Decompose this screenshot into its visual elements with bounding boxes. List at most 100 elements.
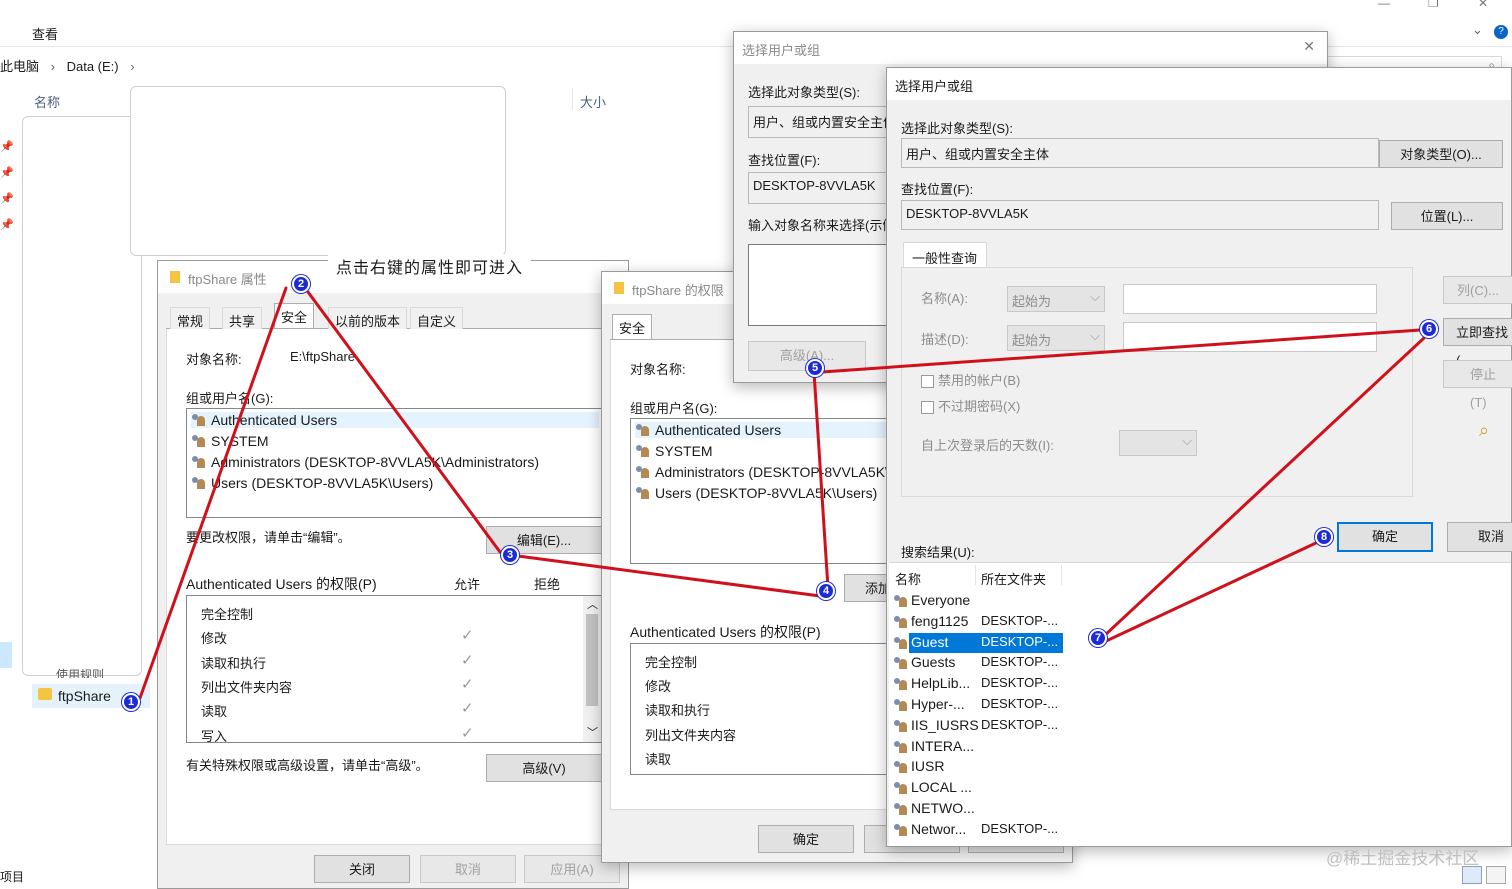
view-tiles-icon[interactable] xyxy=(1486,866,1506,884)
result-row[interactable]: IIS_IUSRS DESKTOP-... xyxy=(893,716,1063,736)
chevron-up-icon[interactable]: ︿ xyxy=(587,596,598,612)
ok-button[interactable]: 确定 xyxy=(758,825,854,853)
users-icon xyxy=(191,434,207,448)
desc-query-input[interactable] xyxy=(1123,322,1377,352)
result-row[interactable]: IUSR xyxy=(893,757,1063,777)
stop-button[interactable]: 停止(T) xyxy=(1443,360,1512,410)
result-folder: DESKTOP-... xyxy=(981,696,1059,711)
list-item[interactable]: SYSTEM xyxy=(635,443,713,459)
help-icon[interactable]: ? xyxy=(1494,25,1508,39)
properties-title: ftpShare 属性 xyxy=(188,272,267,287)
select-adv-title: 选择用户或组 xyxy=(895,79,974,94)
locations-button[interactable]: 位置(L)... xyxy=(1391,202,1503,230)
user-icon xyxy=(893,760,909,774)
list-item[interactable]: SYSTEM xyxy=(191,433,269,449)
watermark: @稀土掘金技术社区 xyxy=(1326,849,1480,868)
annotation-caption: 点击右键的属性即可进入 xyxy=(328,254,532,278)
list-item[interactable]: Administrators (DESKTOP-8VVLA5K\Administ… xyxy=(191,454,539,470)
tab-customize[interactable]: 自定义 xyxy=(410,307,464,329)
close-button[interactable]: 关闭 xyxy=(314,855,410,883)
columns-button[interactable]: 列(C)... xyxy=(1443,276,1512,304)
location-field: DESKTOP-8VVLA5K xyxy=(901,200,1379,230)
find-now-button[interactable]: 立即查找( xyxy=(1443,318,1512,368)
tab-security[interactable]: 安全 xyxy=(274,303,315,328)
column-size[interactable]: 大小 xyxy=(580,92,606,111)
no-expire-label: 不过期密码(X) xyxy=(938,399,1021,414)
chevron-down-icon[interactable]: ⌄ xyxy=(1472,22,1483,38)
result-row[interactable]: feng1125 DESKTOP-... xyxy=(893,612,1063,632)
results-list[interactable]: 名称 所在文件夹 Everyone feng1125 DESKTOP-... Gues… xyxy=(889,562,1511,846)
minimize-icon[interactable]: — xyxy=(1378,0,1390,10)
cancel-button[interactable]: 取消 xyxy=(1447,522,1512,552)
result-name: Hyper-... xyxy=(911,696,965,712)
col-header-folder[interactable]: 所在文件夹 xyxy=(981,569,1046,588)
result-row[interactable]: Hyper-... DESKTOP-... xyxy=(893,695,1063,715)
result-row[interactable]: Everyone xyxy=(893,591,1063,611)
users-icon xyxy=(191,413,207,427)
list-item-label: Authenticated Users xyxy=(211,412,338,428)
list-item[interactable]: Users (DESKTOP-8VVLA5K\Users) xyxy=(635,485,877,501)
result-row[interactable]: NETWO... xyxy=(893,799,1063,819)
name-dropdown[interactable]: 起始为 xyxy=(1007,286,1105,312)
name-input[interactable] xyxy=(748,244,908,326)
perm-row: 写入 xyxy=(201,729,228,743)
result-row[interactable]: HelpLib... DESKTOP-... xyxy=(893,674,1063,694)
check-icon: ✓ xyxy=(461,627,474,644)
allow-header: 允许 xyxy=(454,577,481,592)
folder-icon xyxy=(614,282,624,294)
menu-view[interactable]: 查看 xyxy=(32,24,58,43)
query-tab[interactable]: 一般性查询 xyxy=(903,242,987,268)
user-icon xyxy=(893,698,909,712)
advanced-button[interactable]: 高级(V) xyxy=(486,754,602,782)
name-label: 名称(A): xyxy=(921,291,968,306)
result-row[interactable]: LOCAL ... xyxy=(893,778,1063,798)
type-label: 选择此对象类型(S): xyxy=(901,121,1013,136)
col-header-name[interactable]: 名称 xyxy=(895,569,921,588)
days-label: 自上次登录后的天数(I): xyxy=(921,438,1054,453)
list-item[interactable]: Authenticated Users xyxy=(191,412,599,428)
crumb-drive[interactable]: Data (E:) xyxy=(67,59,119,74)
result-row[interactable]: Guests DESKTOP-... xyxy=(893,653,1063,673)
name-query-input[interactable] xyxy=(1123,284,1377,314)
result-row[interactable]: Guest DESKTOP-... xyxy=(893,632,1063,653)
no-expire-checkbox[interactable]: 不过期密码(X) xyxy=(921,396,1020,415)
scrollbar-thumb[interactable] xyxy=(586,614,598,706)
disabled-accounts-checkbox[interactable]: 禁用的帐户(B) xyxy=(921,370,1020,389)
result-row[interactable]: Networ... DESKTOP-... xyxy=(893,820,1063,840)
tab-security[interactable]: 安全 xyxy=(612,314,653,339)
result-folder: DESKTOP-... xyxy=(981,633,1059,649)
perm-row: 列出文件夹内容 xyxy=(201,680,293,695)
chevron-down-icon[interactable]: ﹀ xyxy=(587,724,598,740)
close-icon[interactable]: ✕ xyxy=(1303,38,1315,55)
checkbox-box xyxy=(921,375,934,389)
select-adv-titlebar: 选择用户或组 xyxy=(887,68,1511,100)
status-bar-text: 项目 xyxy=(0,870,25,884)
user-list[interactable]: Authenticated Users SYSTEM Administrator… xyxy=(186,408,602,518)
result-row[interactable]: INTERA... xyxy=(893,737,1063,757)
folder-name: ftpShare xyxy=(58,688,111,704)
close-icon[interactable]: ✕ xyxy=(1478,0,1488,10)
context-panel xyxy=(22,116,142,676)
tab-previous-versions[interactable]: 以前的版本 xyxy=(328,307,408,329)
check-icon: ✓ xyxy=(461,652,474,669)
list-item[interactable]: Users (DESKTOP-8VVLA5K\Users) xyxy=(191,475,433,491)
crumb-pc[interactable]: 此电脑 xyxy=(0,59,39,74)
type-field: 用户、组或内置安全主体 xyxy=(901,138,1379,168)
tab-sharing[interactable]: 共享 xyxy=(222,307,263,329)
desc-dropdown[interactable]: 起始为 xyxy=(1007,325,1105,351)
list-item[interactable]: Administrators (DESKTOP-8VVLA5K\ xyxy=(635,464,889,480)
perm-list[interactable]: 完全控制 修改 读取和执行 列出文件夹内容 读取 写入 ✓ ✓ ✓ ✓ ✓ ︿ … xyxy=(186,595,602,743)
scrollbar[interactable]: ︿ ﹀ xyxy=(583,596,601,742)
column-name[interactable]: 名称 xyxy=(34,92,60,111)
cancel-button[interactable]: 取消 xyxy=(420,855,516,883)
ok-button[interactable]: 确定 xyxy=(1337,522,1433,552)
users-icon xyxy=(635,423,651,437)
name-label: 输入对象名称来选择(示例 xyxy=(748,215,895,234)
object-types-button[interactable]: 对象类型(O)... xyxy=(1379,140,1503,168)
check-icon: ✓ xyxy=(461,676,474,693)
days-dropdown[interactable] xyxy=(1119,430,1197,456)
restore-icon[interactable]: ❐ xyxy=(1428,0,1439,10)
users-icon xyxy=(635,444,651,458)
pin-icons: 📌 📌 📌 📌 xyxy=(0,141,14,231)
tab-general[interactable]: 常规 xyxy=(170,307,211,329)
